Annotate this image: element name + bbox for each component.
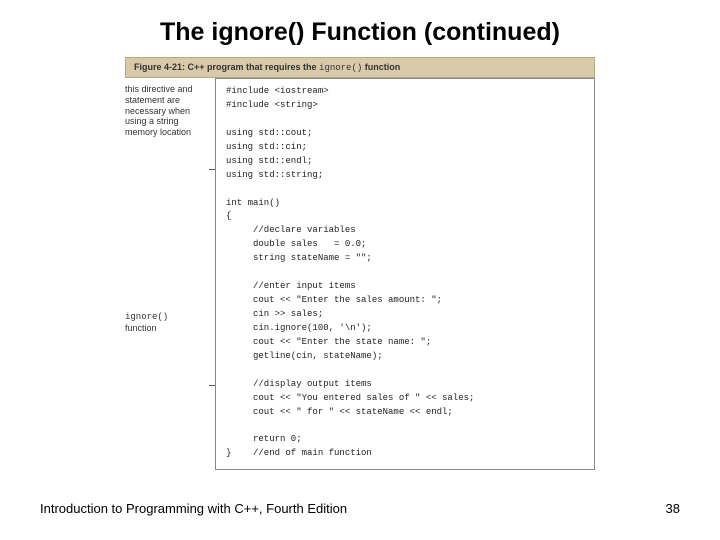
figure-caption: Figure 4-21: C++ program that requires t… xyxy=(125,57,595,78)
annotation-ignore-line2: function xyxy=(125,323,157,333)
annotation-directive-note: this directive and statement are necessa… xyxy=(125,84,209,138)
slide-title: The ignore() Function (continued) xyxy=(40,18,680,47)
figure-body: this directive and statement are necessa… xyxy=(125,78,595,470)
annotation-column: this directive and statement are necessa… xyxy=(125,78,215,470)
page-number: 38 xyxy=(666,501,680,516)
code-listing: #include <iostream> #include <string> us… xyxy=(215,78,595,470)
figure-caption-suffix: function xyxy=(362,62,400,72)
annotation-ignore-label: ignore() function xyxy=(125,312,209,335)
annotation-ignore-line1: ignore() xyxy=(125,312,168,322)
figure-caption-code: ignore() xyxy=(319,63,362,73)
slide: The ignore() Function (continued) Figure… xyxy=(0,0,720,540)
figure-caption-prefix: Figure 4-21: C++ program that requires t… xyxy=(134,62,319,72)
figure-area: Figure 4-21: C++ program that requires t… xyxy=(125,57,595,470)
footer-text: Introduction to Programming with C++, Fo… xyxy=(40,501,347,516)
